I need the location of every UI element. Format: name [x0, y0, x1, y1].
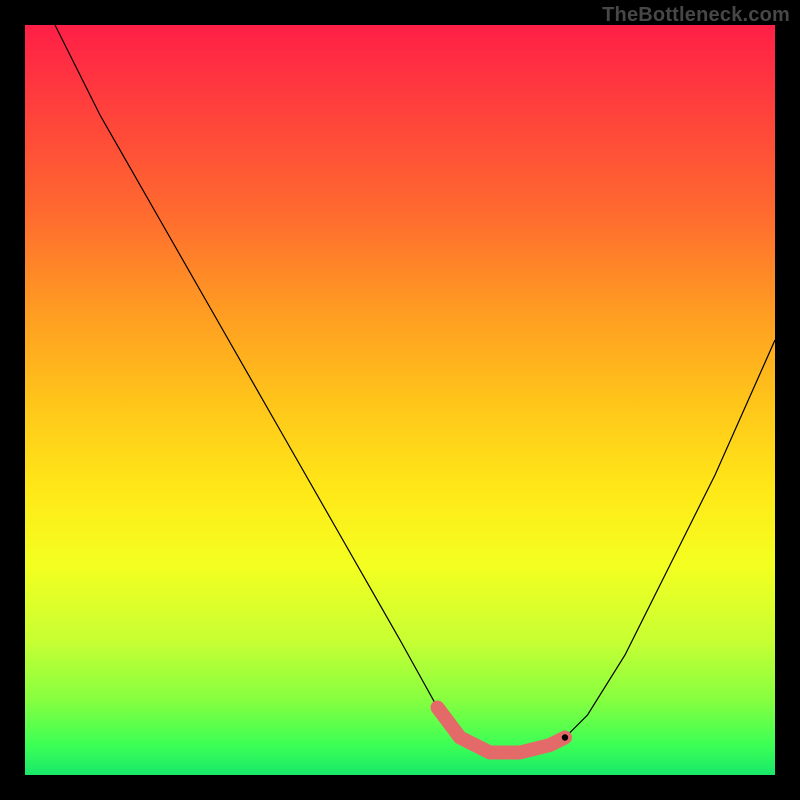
- plot-area: [25, 25, 775, 775]
- chart-frame: TheBottleneck.com: [0, 0, 800, 800]
- attribution-text: TheBottleneck.com: [602, 4, 790, 27]
- marker-dot: [562, 734, 568, 740]
- optimum-band: [438, 708, 566, 753]
- bottleneck-curve: [55, 25, 775, 753]
- chart-svg: [25, 25, 775, 775]
